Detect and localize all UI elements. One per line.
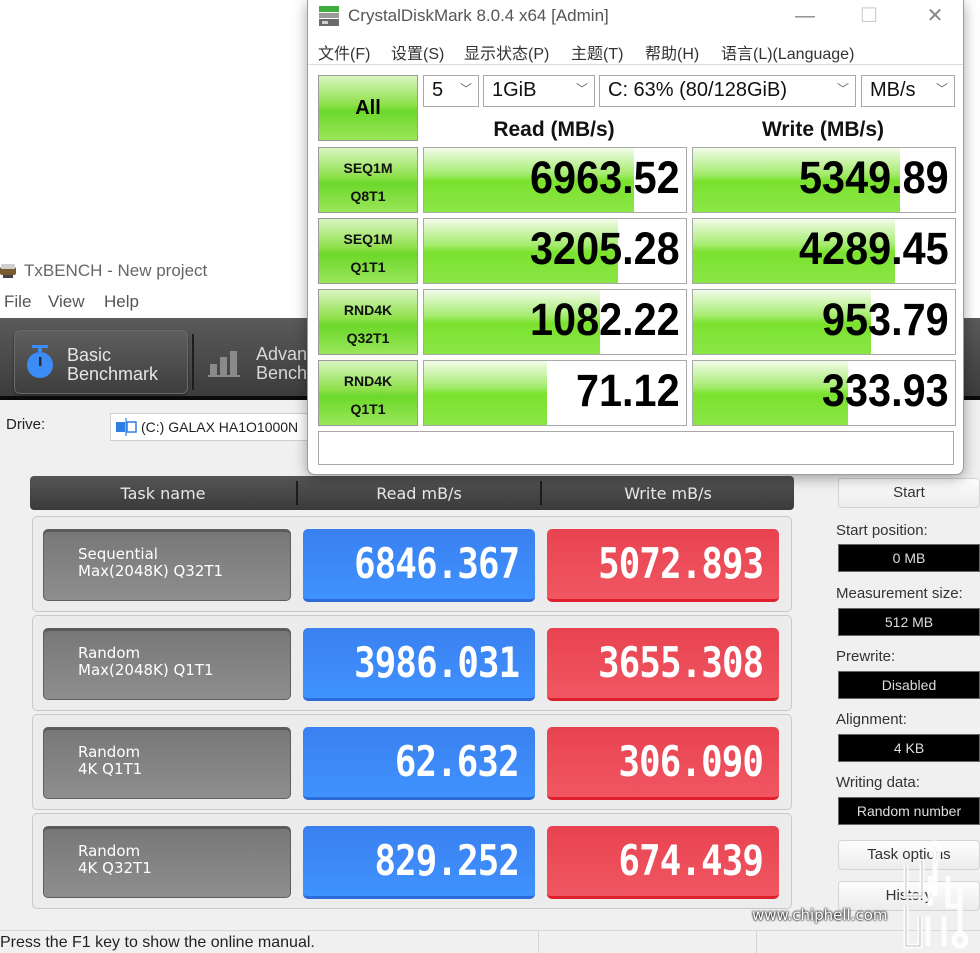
write-result-cell: 333.93 bbox=[692, 360, 956, 426]
all-button[interactable]: All bbox=[318, 75, 418, 141]
drive-label: Drive: bbox=[6, 416, 46, 433]
writing-data-label: Writing data: bbox=[836, 774, 920, 791]
start-button[interactable]: Start bbox=[838, 478, 980, 508]
writing-data-field[interactable]: Random number bbox=[838, 797, 980, 825]
status-divider bbox=[538, 931, 539, 953]
crystaldiskmark-window: CrystalDiskMark 8.0.4 x64 [Admin] — ☐ ✕ … bbox=[307, 0, 964, 475]
read-result-cell: 71.12 bbox=[423, 360, 687, 426]
cdm-titlebar: CrystalDiskMark 8.0.4 x64 [Admin] — ☐ ✕ bbox=[308, 0, 963, 32]
task-name-cell: Random 4K Q32T1 bbox=[43, 826, 291, 898]
menu-language[interactable]: 语言(L)(Language) bbox=[721, 40, 854, 64]
menu-theme[interactable]: 主题(T) bbox=[571, 40, 623, 64]
chiphell-logo-icon bbox=[903, 840, 969, 949]
chevron-down-icon: ﹀ bbox=[935, 82, 948, 96]
write-result-cell: 953.79 bbox=[692, 289, 956, 355]
minimize-button[interactable]: — bbox=[784, 2, 826, 30]
menu-help[interactable]: Help bbox=[104, 292, 139, 312]
drive-select[interactable]: (C:) GALAX HA1O1000N bbox=[110, 413, 308, 441]
stopwatch-icon bbox=[27, 345, 53, 378]
cdm-app-icon bbox=[319, 6, 339, 26]
test-button-seq1m-q1t1[interactable]: SEQ1M Q1T1 bbox=[318, 218, 418, 284]
test-button-rnd4k-q32t1[interactable]: RND4K Q32T1 bbox=[318, 289, 418, 355]
cdm-title: CrystalDiskMark 8.0.4 x64 [Admin] bbox=[348, 6, 609, 25]
start-position-field[interactable]: 0 MB bbox=[838, 544, 980, 572]
header-task-name: Task name bbox=[120, 484, 206, 503]
basic-benchmark-tab[interactable]: Basic Benchmark bbox=[14, 330, 188, 394]
maximize-button[interactable]: ☐ bbox=[848, 2, 890, 30]
result-row-sequential-max: Sequential Max(2048K) Q32T1 6846.367 507… bbox=[32, 516, 792, 612]
menu-file[interactable]: File bbox=[4, 292, 31, 312]
txbench-app-icon bbox=[0, 264, 16, 278]
test-button-seq1m-q8t1[interactable]: SEQ1M Q8T1 bbox=[318, 147, 418, 213]
menu-settings[interactable]: 设置(S) bbox=[391, 40, 444, 64]
test-size-select[interactable]: 1GiB ﹀ bbox=[483, 75, 595, 107]
result-row-random-4k-q32t1: Random 4K Q32T1 829.252 674.439 bbox=[32, 813, 792, 909]
comment-input[interactable] bbox=[318, 431, 954, 465]
write-value-cell: 674.439 bbox=[547, 826, 779, 899]
read-result-cell: 6963.52 bbox=[423, 147, 687, 213]
drive-icon bbox=[116, 418, 137, 436]
drive-select-value: (C:) GALAX HA1O1000N bbox=[141, 419, 299, 435]
status-bar: Press the F1 key to show the online manu… bbox=[0, 930, 980, 953]
start-position-label: Start position: bbox=[836, 522, 928, 539]
measurement-size-field[interactable]: 512 MB bbox=[838, 608, 980, 636]
test-count-select[interactable]: 5 ﹀ bbox=[423, 75, 479, 107]
read-header: Read (MB/s) bbox=[493, 118, 615, 141]
result-row-random-4k-q1t1: Random 4K Q1T1 62.632 306.090 bbox=[32, 714, 792, 810]
menu-view[interactable]: View bbox=[48, 292, 85, 312]
task-name-cell: Sequential Max(2048K) Q32T1 bbox=[43, 529, 291, 601]
alignment-field[interactable]: 4 KB bbox=[838, 734, 980, 762]
read-result-cell: 3205.28 bbox=[423, 218, 687, 284]
read-value-cell: 6846.367 bbox=[303, 529, 535, 602]
cdm-menubar: 文件(F) 设置(S) 显示状态(P) 主题(T) 帮助(H) 语言(L)(La… bbox=[308, 34, 963, 65]
watermark-text: www.chiphell.com bbox=[752, 906, 888, 924]
alignment-label: Alignment: bbox=[836, 711, 907, 728]
write-result-cell: 5349.89 bbox=[692, 147, 956, 213]
menu-display[interactable]: 显示状态(P) bbox=[464, 40, 549, 64]
advanced-benchmark-label: Advan Bench bbox=[256, 344, 308, 383]
bar-chart-icon bbox=[208, 351, 240, 377]
prewrite-field[interactable]: Disabled bbox=[838, 671, 980, 699]
header-write: Write mB/s bbox=[624, 484, 712, 503]
read-value-cell: 829.252 bbox=[303, 826, 535, 899]
write-value-cell: 3655.308 bbox=[547, 628, 779, 701]
write-value-cell: 5072.893 bbox=[547, 529, 779, 602]
write-header: Write (MB/s) bbox=[761, 118, 885, 141]
header-read: Read mB/s bbox=[376, 484, 462, 503]
drive-select[interactable]: C: 63% (80/128GiB) ﹀ bbox=[599, 75, 856, 107]
test-button-rnd4k-q1t1[interactable]: RND4K Q1T1 bbox=[318, 360, 418, 426]
measurement-size-label: Measurement size: bbox=[836, 585, 963, 602]
prewrite-label: Prewrite: bbox=[836, 648, 896, 665]
chevron-down-icon: ﹀ bbox=[575, 82, 588, 96]
toolbar-separator bbox=[192, 334, 194, 390]
chevron-down-icon: ﹀ bbox=[836, 82, 849, 96]
status-divider bbox=[756, 931, 757, 953]
result-row-random-max: Random Max(2048K) Q1T1 3986.031 3655.308 bbox=[32, 615, 792, 711]
write-result-cell: 4289.45 bbox=[692, 218, 956, 284]
read-value-cell: 3986.031 bbox=[303, 628, 535, 701]
read-result-cell: 1082.22 bbox=[423, 289, 687, 355]
menu-help[interactable]: 帮助(H) bbox=[645, 40, 699, 64]
menu-file[interactable]: 文件(F) bbox=[318, 40, 370, 64]
results-table-header: Task name Read mB/s Write mB/s bbox=[30, 476, 794, 510]
read-value-cell: 62.632 bbox=[303, 727, 535, 800]
txbench-title: TxBENCH - New project bbox=[24, 261, 208, 280]
task-name-cell: Random 4K Q1T1 bbox=[43, 727, 291, 799]
status-text: Press the F1 key to show the online manu… bbox=[0, 934, 315, 951]
chevron-down-icon: ﹀ bbox=[459, 82, 472, 96]
unit-select[interactable]: MB/s ﹀ bbox=[861, 75, 955, 107]
write-value-cell: 306.090 bbox=[547, 727, 779, 800]
close-button[interactable]: ✕ bbox=[914, 2, 956, 30]
read-result-bar bbox=[424, 361, 548, 425]
task-name-cell: Random Max(2048K) Q1T1 bbox=[43, 628, 291, 700]
basic-benchmark-label: Basic Benchmark bbox=[67, 345, 159, 384]
